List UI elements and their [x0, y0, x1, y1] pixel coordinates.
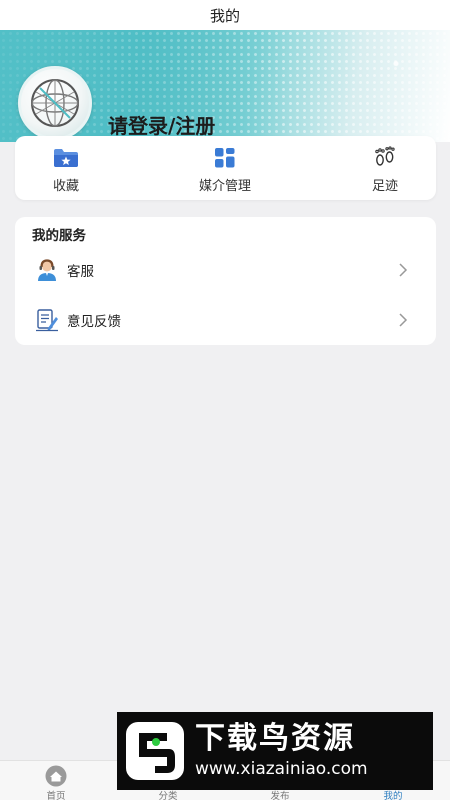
quick-action-footprints[interactable]: 足迹	[340, 146, 430, 194]
chevron-right-icon	[399, 313, 408, 327]
grid-squares-icon	[215, 148, 235, 168]
service-item-customer-service[interactable]: 客服	[15, 250, 436, 290]
feedback-label: 意见反馈	[67, 314, 121, 330]
watermark-brand: 下载鸟资源	[195, 721, 355, 756]
login-register-link[interactable]: 请登录/注册	[108, 110, 215, 139]
avatar[interactable]	[18, 66, 92, 140]
footprints-icon	[375, 146, 395, 166]
favorites-label: 收藏	[52, 179, 79, 194]
customer-service-icon	[38, 259, 56, 281]
feedback-icon	[36, 309, 58, 332]
service-item-feedback[interactable]: 意见反馈	[15, 300, 436, 340]
footprints-label: 足迹	[371, 179, 398, 194]
media-management-label: 媒介管理	[198, 179, 251, 194]
my-services-card: 我的服务 客服 意见反馈	[15, 217, 436, 345]
profile-banner: 请登录/注册	[0, 30, 450, 142]
folder-star-icon	[54, 149, 78, 167]
watermark-logo	[123, 719, 187, 783]
quick-action-favorites[interactable]: 收藏	[21, 146, 111, 194]
quick-actions-card: 收藏 媒介管理 足迹	[15, 136, 436, 200]
title-bar: 我的	[0, 0, 450, 30]
chevron-right-icon	[399, 263, 408, 277]
globe-logo-icon	[31, 79, 79, 127]
tab-home[interactable]: 首页	[21, 765, 91, 800]
bird-logo-icon	[126, 722, 184, 780]
watermark-banner: 下载鸟资源 www.xiazainiao.com	[117, 712, 433, 790]
services-section-title: 我的服务	[32, 228, 86, 244]
watermark-url: www.xiazainiao.com	[195, 759, 368, 779]
quick-action-media-management[interactable]: 媒介管理	[180, 146, 270, 194]
customer-service-label: 客服	[67, 264, 94, 280]
tab-home-label: 首页	[46, 791, 66, 800]
page-title: 我的	[209, 6, 240, 25]
home-icon	[45, 765, 67, 787]
